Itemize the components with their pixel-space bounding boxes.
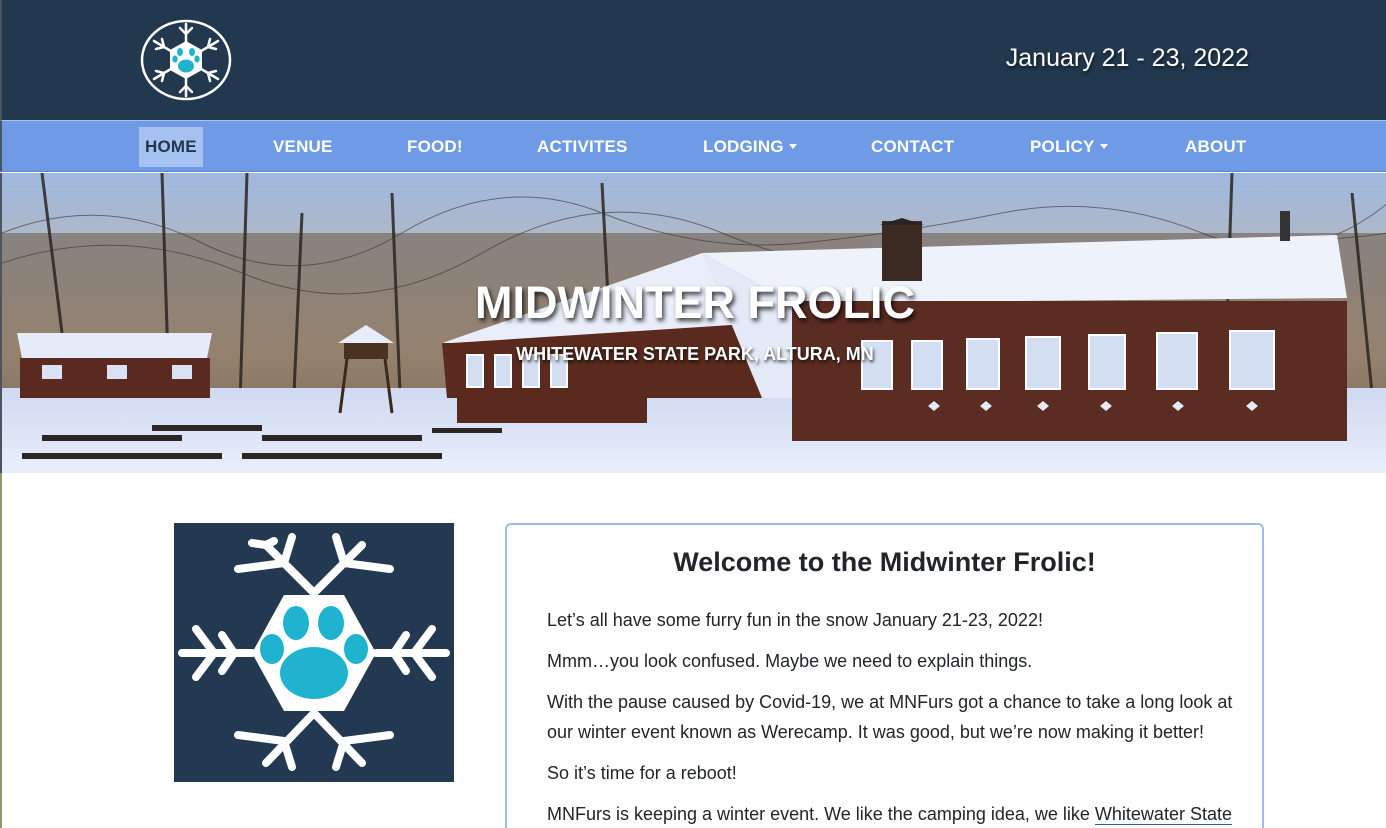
- page-edge: [0, 473, 2, 828]
- event-date: January 21 - 23, 2022: [1005, 44, 1249, 72]
- welcome-heading: Welcome to the Midwinter Frolic!: [673, 547, 1096, 577]
- nav-about-label: ABOUT: [1185, 137, 1247, 156]
- site-header: January 21 - 23, 2022: [0, 0, 1386, 120]
- nav-venue[interactable]: VENUE: [267, 127, 339, 167]
- snowflake-paw-logo: [174, 523, 454, 782]
- main-nav: HOME VENUE FOOD! ACTIVITES LODGING CONTA…: [0, 120, 1386, 172]
- nav-lodging-label: LODGING: [703, 137, 784, 156]
- nav-contact-label: CONTACT: [871, 137, 955, 156]
- nav-venue-label: VENUE: [273, 137, 333, 156]
- welcome-paragraph-1: Let’s all have some furry fun in the sno…: [547, 610, 1043, 630]
- nav-food[interactable]: FOOD!: [401, 127, 469, 167]
- welcome-paragraph-2: Mmm…you look confused. Maybe we need to …: [547, 651, 1033, 671]
- welcome-paragraph-5: MNFurs is keeping a winter event. We lik…: [547, 799, 1237, 828]
- nav-home[interactable]: HOME: [139, 127, 203, 167]
- nav-food-label: FOOD!: [407, 137, 463, 156]
- hero-title: MIDWINTER FROLIC: [475, 277, 915, 328]
- caret-down-icon: [788, 143, 797, 149]
- nav-lodging-dropdown[interactable]: LODGING: [697, 127, 803, 167]
- welcome-paragraph-5-text: MNFurs is keeping a winter event. We lik…: [547, 804, 1095, 824]
- nav-policy-label: POLICY: [1030, 137, 1095, 156]
- hero-subtitle: WHITEWATER STATE PARK, ALTURA, MN: [516, 344, 874, 364]
- caret-down-icon: [1099, 143, 1108, 149]
- whitewater-state-link[interactable]: Whitewater State: [1094, 804, 1232, 825]
- snowflake-paw-icon[interactable]: [140, 19, 233, 101]
- welcome-paragraph-3: With the pause caused by Covid-19, we at…: [547, 692, 1233, 742]
- nav-home-label: HOME: [145, 137, 197, 156]
- nav-policy-dropdown[interactable]: POLICY: [1024, 127, 1114, 167]
- nav-activities[interactable]: ACTIVITES: [531, 127, 634, 167]
- welcome-card: Welcome to the Midwinter Frolic! Let’s a…: [505, 523, 1264, 828]
- nav-contact[interactable]: CONTACT: [865, 127, 960, 167]
- nav-about[interactable]: ABOUT: [1179, 127, 1252, 167]
- nav-activities-label: ACTIVITES: [537, 137, 628, 156]
- welcome-paragraph-4: So it’s time for a reboot!: [547, 763, 737, 783]
